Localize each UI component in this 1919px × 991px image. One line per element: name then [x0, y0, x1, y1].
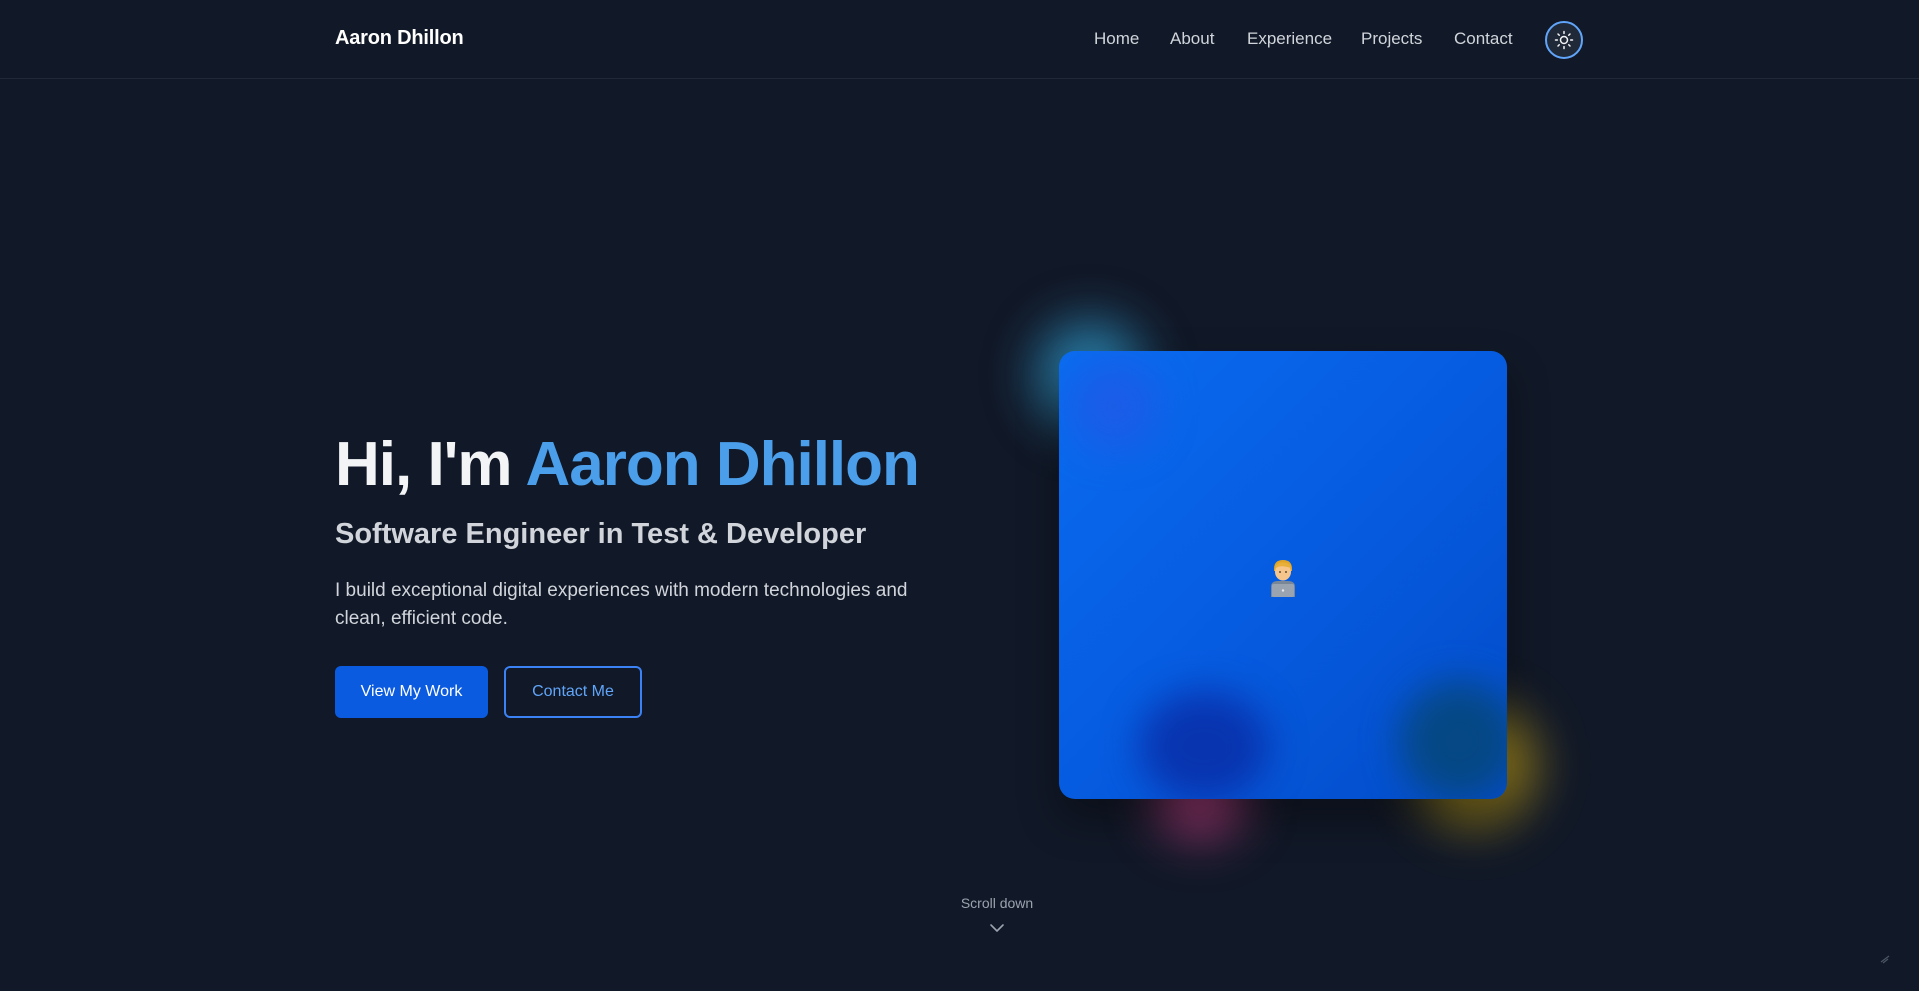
nav-experience[interactable]: Experience [1247, 29, 1332, 49]
hero-visual-card [1059, 351, 1507, 799]
technologist-emoji-icon [1271, 560, 1295, 597]
sun-icon [1554, 30, 1574, 50]
hero-subtitle: Software Engineer in Test & Developer [335, 518, 867, 550]
hero-heading: Hi, I'm Aaron Dhillon [335, 425, 920, 505]
chevron-down-icon[interactable] [989, 922, 1005, 934]
site-header: Aaron Dhillon Home About Experience Proj… [0, 0, 1919, 79]
hero-description: I build exceptional digital experiences … [335, 580, 908, 629]
nav-home[interactable]: Home [1094, 29, 1139, 49]
theme-toggle-button[interactable] [1545, 21, 1583, 59]
card-blob [1399, 681, 1507, 799]
scroll-down-label: Scroll down [960, 895, 1034, 911]
nav-about[interactable]: About [1170, 29, 1214, 49]
hero-name: Aaron Dhillon [525, 430, 919, 499]
nav-projects[interactable]: Projects [1361, 29, 1422, 49]
corner-brand-icon [1880, 955, 1890, 964]
brand-logo[interactable]: Aaron Dhillon [335, 27, 464, 50]
contact-me-button[interactable]: Contact Me [504, 666, 642, 718]
view-my-work-button[interactable]: View My Work [335, 666, 488, 718]
card-blob [1069, 361, 1159, 451]
hero-greeting: Hi, I'm [335, 430, 526, 499]
card-blob [1139, 691, 1269, 799]
nav-contact[interactable]: Contact [1454, 29, 1513, 49]
